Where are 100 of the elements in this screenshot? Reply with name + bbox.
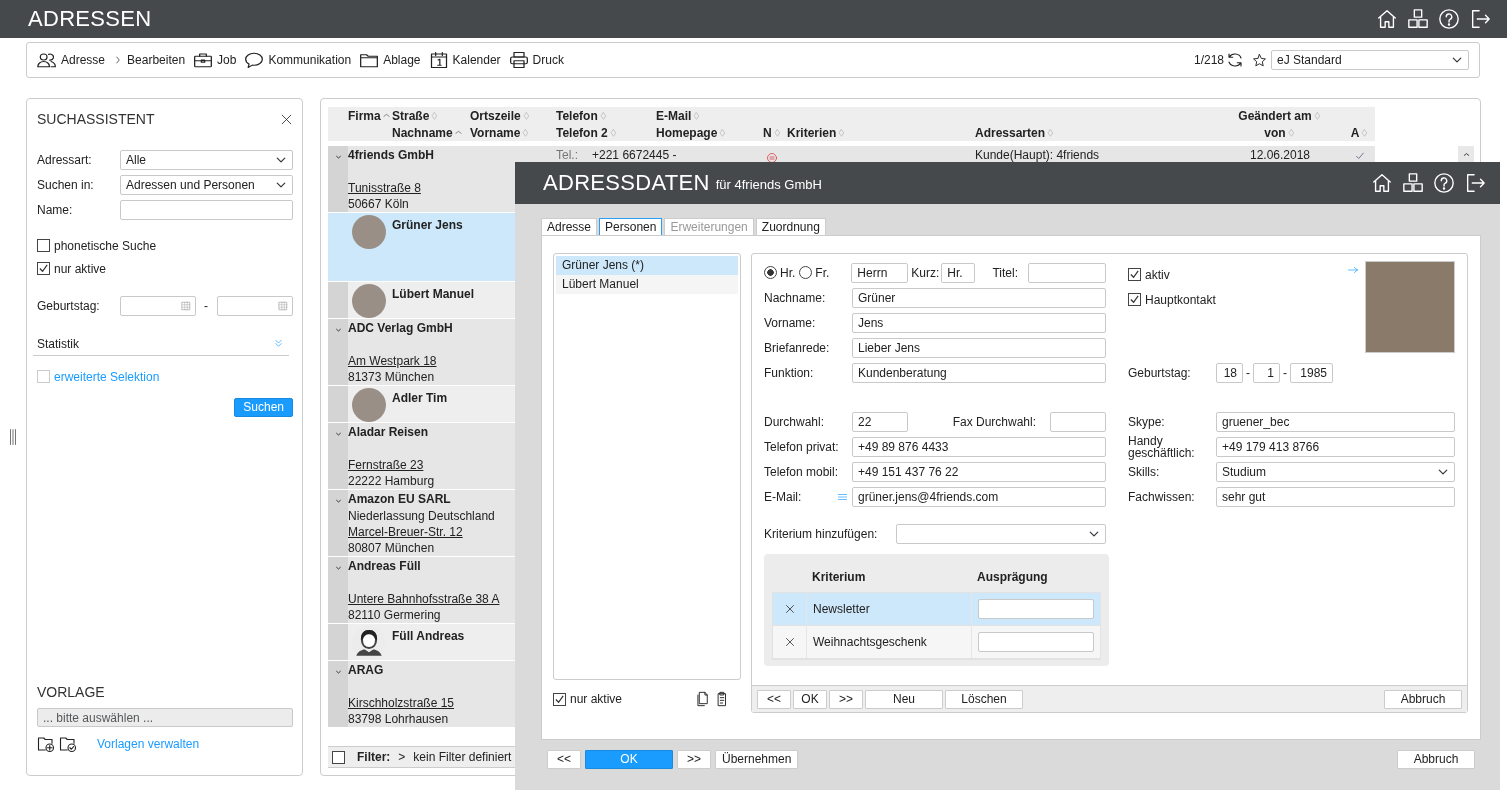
input-field[interactable]: Kundenberatung — [852, 362, 1106, 383]
folder-check-icon[interactable] — [59, 735, 77, 753]
column-header[interactable]: Ortszeile — [470, 106, 556, 125]
column-header[interactable]: Vorname — [470, 123, 556, 142]
checkbox[interactable] — [37, 262, 50, 275]
dialog-button[interactable]: Abbruch — [1384, 689, 1462, 709]
column-header[interactable]: Firma — [348, 106, 392, 125]
input-field[interactable]: sehr gut — [1216, 486, 1455, 507]
dialog-button[interactable]: OK — [793, 689, 827, 709]
street-link[interactable]: Marcel-Breuer-Str. 12 — [348, 525, 463, 539]
checkbox[interactable] — [553, 692, 566, 706]
person-list-item[interactable]: Grüner Jens (*) — [556, 256, 738, 275]
input-field[interactable]: Jens — [852, 312, 1106, 333]
dialog-button[interactable]: Übernehmen — [715, 750, 799, 769]
help-icon[interactable] — [1433, 172, 1455, 194]
street-link[interactable]: Am Westpark 18 — [348, 354, 437, 368]
communication-button[interactable]: Kommunikation — [244, 51, 352, 69]
input-field[interactable] — [120, 199, 293, 220]
street-link[interactable]: Kirschholzstraße 15 — [348, 696, 455, 710]
column-header[interactable]: Telefon 2 — [556, 123, 656, 142]
refresh-icon[interactable] — [1226, 52, 1244, 68]
input-field[interactable]: +49 179 413 8766 — [1216, 436, 1455, 457]
dropdown-field[interactable]: Alle — [120, 149, 293, 170]
title-field[interactable] — [1028, 262, 1106, 283]
year-field[interactable]: 1985 — [1290, 362, 1333, 383]
collapse-chevron-icon[interactable] — [333, 326, 343, 334]
remove-icon[interactable] — [783, 636, 796, 648]
input-field[interactable]: +49 89 876 4433 — [852, 436, 1106, 457]
splitter-handle-icon[interactable] — [8, 428, 18, 446]
tab[interactable]: Personen — [599, 218, 663, 235]
column-header[interactable]: Straße — [392, 106, 470, 125]
collapse-chevron-icon[interactable] — [333, 497, 343, 505]
column-header[interactable]: Geändert am — [1238, 106, 1322, 125]
dropdown-field[interactable]: Adressen und Personen — [120, 174, 293, 195]
street-link[interactable]: Fernstraße 23 — [348, 458, 424, 472]
copy-icon[interactable] — [695, 691, 709, 707]
column-header[interactable]: A — [1350, 123, 1370, 142]
folder-plus-icon[interactable] — [37, 735, 55, 753]
help-icon[interactable] — [1438, 8, 1460, 30]
value-field[interactable] — [978, 599, 1094, 619]
column-header[interactable]: von — [1264, 123, 1296, 142]
dialog-button[interactable]: Neu — [865, 689, 943, 709]
close-icon[interactable] — [280, 113, 293, 126]
input-field[interactable]: Grüner — [852, 287, 1106, 308]
logout-icon[interactable] — [1469, 8, 1491, 30]
job-button[interactable]: Job — [193, 51, 237, 69]
column-header[interactable]: Adressarten — [975, 123, 1215, 142]
collapse-chevron-icon[interactable] — [333, 430, 343, 438]
input-field[interactable]: gruener_bec — [1216, 411, 1455, 432]
input-field[interactable]: Lieber Jens — [852, 337, 1106, 358]
short-salutation-field[interactable]: Hr. — [941, 262, 976, 283]
salutation-field[interactable]: Herrn — [851, 262, 909, 283]
home-icon[interactable] — [1376, 8, 1398, 30]
star-icon[interactable] — [1252, 52, 1267, 68]
remove-icon[interactable] — [783, 603, 796, 615]
extension-field[interactable]: 22 — [852, 411, 908, 432]
input-field[interactable]: grüner.jens@4friends.com — [852, 486, 1106, 507]
dialog-button[interactable]: >> — [677, 750, 711, 769]
dialog-button[interactable]: >> — [829, 689, 863, 709]
template-select[interactable]: ... bitte auswählen ... — [37, 708, 293, 727]
print-button[interactable]: Druck — [508, 51, 564, 69]
checkbox[interactable] — [1128, 268, 1141, 281]
input-field[interactable]: +49 151 437 76 22 — [852, 461, 1106, 482]
column-header[interactable]: E-Mail — [656, 106, 763, 125]
address-button[interactable]: Adresse — [37, 51, 106, 69]
column-header[interactable]: Nachname — [392, 123, 470, 142]
fax-extension-field[interactable] — [1050, 411, 1106, 432]
column-header[interactable]: Homepage — [656, 123, 763, 142]
column-header[interactable]: Kriterien — [787, 123, 975, 142]
dialog-button[interactable]: << — [757, 689, 791, 709]
column-header[interactable]: N — [763, 123, 787, 142]
radio-button[interactable] — [764, 266, 777, 279]
collapse-chevron-icon[interactable] — [333, 153, 343, 161]
sitemap-icon[interactable] — [1402, 172, 1424, 194]
tab[interactable]: Adresse — [541, 218, 598, 235]
clipboard-icon[interactable] — [715, 691, 729, 707]
date-field[interactable] — [217, 295, 293, 316]
dropdown-field[interactable]: Studium — [1216, 461, 1455, 482]
column-header[interactable]: Telefon — [556, 106, 656, 125]
street-link[interactable]: Tunisstraße 8 — [348, 181, 421, 195]
dialog-button[interactable]: Löschen — [945, 689, 1023, 709]
checkbox[interactable] — [332, 750, 345, 764]
date-field[interactable] — [120, 295, 196, 316]
dialog-button[interactable]: Abbruch — [1397, 750, 1475, 769]
tab[interactable]: Zuordnung — [755, 218, 826, 235]
logout-icon[interactable] — [1464, 172, 1486, 194]
home-icon[interactable] — [1371, 172, 1393, 194]
collapse-chevron-icon[interactable] — [333, 668, 343, 676]
checkbox[interactable] — [1128, 293, 1141, 306]
filing-button[interactable]: Ablage — [359, 51, 421, 69]
criterion-row[interactable]: Weihnachtsgeschenk — [773, 626, 1100, 659]
person-list-item[interactable]: Lübert Manuel — [556, 275, 738, 294]
dialog-button[interactable]: << — [547, 750, 581, 769]
calendar-button[interactable]: Kalender — [428, 51, 501, 69]
street-link[interactable]: Untere Bahnhofsstraße 38 A — [348, 592, 500, 606]
criterion-row[interactable]: Newsletter — [773, 593, 1100, 626]
checkbox[interactable] — [37, 239, 50, 252]
sitemap-icon[interactable] — [1407, 8, 1429, 30]
month-field[interactable]: 1 — [1253, 362, 1280, 383]
day-field[interactable]: 18 — [1216, 362, 1243, 383]
